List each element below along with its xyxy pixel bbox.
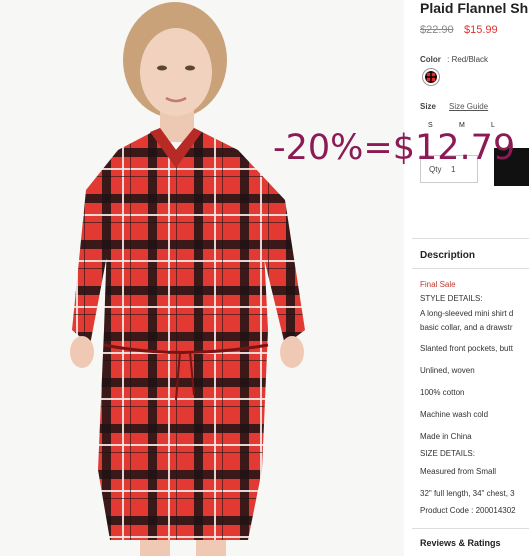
color-swatch-red-black[interactable] [422, 68, 440, 86]
style-details-label: STYLE DETAILS: [420, 294, 483, 303]
product-code: Product Code : 200014302 [420, 506, 516, 515]
reviews-heading[interactable]: Reviews & Ratings [420, 538, 501, 548]
style-details-line: basic collar, and a drawstr [420, 323, 513, 332]
divider [412, 528, 529, 529]
style-details-line: A long-sleeved mini shirt d [420, 309, 514, 318]
size-guide-link[interactable]: Size Guide [449, 102, 488, 111]
measured-detail: Measured from Small [420, 467, 497, 476]
sale-price: $15.99 [464, 24, 498, 36]
description-heading[interactable]: Description [420, 250, 475, 261]
material-detail: 100% cotton [420, 388, 465, 397]
size-label: Size [420, 102, 437, 111]
size-details-label: SIZE DETAILS: [420, 449, 475, 458]
origin-detail: Made in China [420, 432, 472, 441]
care-detail: Machine wash cold [420, 410, 489, 419]
pockets-detail: Slanted front pockets, butt [420, 344, 513, 353]
length-detail: 32" full length, 34" chest, 3 [420, 489, 515, 498]
divider [412, 268, 529, 269]
original-price: $22.90 [420, 24, 454, 36]
color-value: : Red/Black [447, 55, 489, 64]
final-sale-label: Final Sale [420, 280, 456, 289]
discount-overlay-text: -20%=$12.79 [273, 128, 516, 168]
color-label: Color : Red/Black [420, 55, 489, 64]
model-image [70, 2, 305, 556]
divider [412, 238, 529, 239]
lining-detail: Unlined, woven [420, 366, 475, 375]
product-details-panel: Plaid Flannel Sh $22.90 $15.99 Color : R… [412, 0, 529, 556]
product-title: Plaid Flannel Sh [420, 0, 529, 16]
product-photo [0, 0, 404, 556]
